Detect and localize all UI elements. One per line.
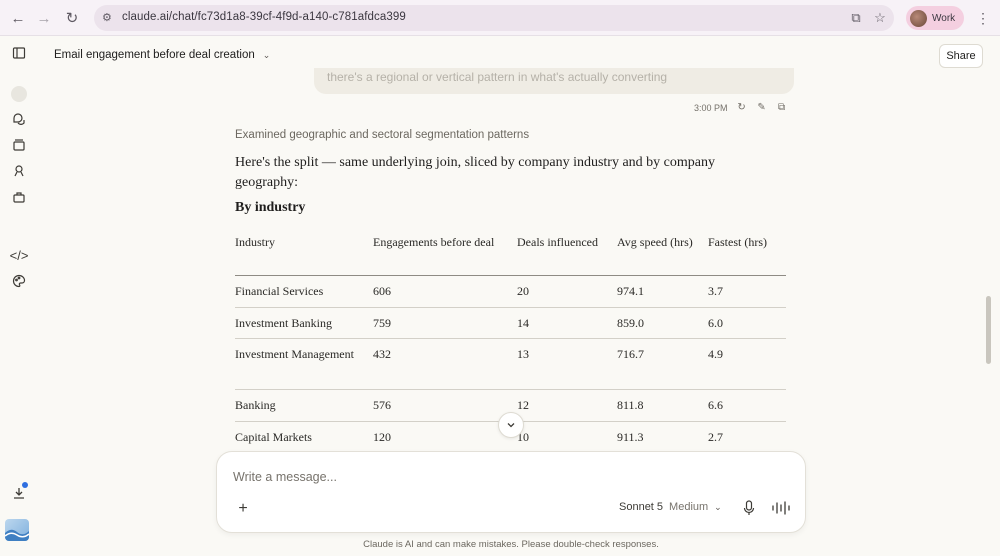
assistant-intro: Here's the split — same underlying join,… [235,155,715,190]
edit-icon[interactable]: ✎ [756,102,768,114]
table-header-cell: Deals influenced [517,235,598,249]
voice-mode-icon[interactable] [771,500,791,516]
model-name: Sonnet 5 [619,501,664,513]
add-attachment-button[interactable]: + [233,499,253,519]
message-input[interactable] [233,470,613,484]
site-settings-icon[interactable]: ⚙ [102,11,116,25]
model-selector[interactable]: Sonnet 5 Medium ⌄ [619,501,722,513]
projects-icon[interactable] [10,136,28,154]
retry-icon[interactable]: ↻ [736,102,748,114]
chevron-down-icon: ⌄ [714,501,722,512]
install-app-icon[interactable]: ⧉ [848,11,864,27]
download-icon[interactable] [10,482,28,502]
code-icon[interactable]: </> [10,246,29,264]
table-cell: 13 [517,347,529,361]
table-cell: 4.9 [708,347,723,361]
microphone-icon[interactable] [741,500,757,516]
chevron-down-icon: ⌄ [262,49,271,60]
address-bar[interactable]: ⚙ claude.ai/chat/fc73d1a8-39cf-4f9d-a140… [94,5,894,31]
share-button[interactable]: Share [939,44,983,68]
bookmark-star-icon[interactable]: ☆ [872,11,888,27]
table-header-cell: Fastest (hrs) [708,235,767,249]
sidebar-toggle-icon[interactable] [10,44,28,62]
profile-label: Work [932,12,956,24]
table-cell: 859.0 [617,316,644,330]
copy-icon[interactable]: ⧉ [776,102,788,114]
table-cell: Financial Services [235,284,324,298]
palette-icon[interactable] [10,272,28,290]
table-row: Investment Banking 759 14 859.0 6.0 [235,308,786,339]
table-cell: Investment Banking [235,316,332,330]
profile-chip[interactable]: Work [906,6,964,30]
user-avatar[interactable] [5,519,29,541]
table-cell: 6.0 [708,316,723,330]
table-row: Financial Services 606 20 974.1 3.7 [235,276,786,308]
table-cell: 811.8 [617,398,644,412]
table-cell: 3.7 [708,284,723,298]
table-cell: 576 [373,398,391,412]
table-cell: 432 [373,347,391,361]
scrollbar-thumb[interactable] [986,296,991,364]
table-row: Investment Management 432 13 716.7 4.9 [235,339,786,390]
briefcase-icon[interactable] [10,188,28,206]
url-text[interactable]: claude.ai/chat/fc73d1a8-39cf-4f9d-a140-c… [122,11,406,23]
table-header-row: Industry Engagements before deal Deals i… [235,233,786,276]
table-cell: 974.1 [617,284,644,298]
notification-dot [22,482,28,488]
browser-toolbar: ← → ↻ ⚙ claude.ai/chat/fc73d1a8-39cf-4f9… [0,0,1000,36]
conversation-title[interactable]: Email engagement before deal creation ⌄ [54,49,270,61]
forward-arrow-icon[interactable]: → [34,8,54,28]
table-cell: Investment Management [235,347,354,361]
disclaimer-text: Claude is AI and can make mistakes. Plea… [363,539,659,550]
table-cell: 12 [517,398,529,412]
thinking-summary[interactable]: Examined geographic and sectoral segment… [235,129,529,141]
table-cell: 606 [373,284,391,298]
back-arrow-icon[interactable]: ← [8,8,28,28]
table-cell: Banking [235,398,276,412]
reload-icon[interactable]: ↻ [62,8,82,28]
table-cell: 20 [517,284,529,298]
table-cell: 14 [517,316,529,330]
effort-level: Medium [669,501,709,513]
user-message: there's a regional or vertical pattern i… [314,68,794,94]
table-header-cell: Avg speed (hrs) [617,235,693,249]
message-composer: + Sonnet 5 Medium ⌄ [216,451,806,533]
table-header-cell: Engagements before deal [373,235,495,249]
sidebar-rail: </> [0,36,38,556]
message-meta: 3:00 PM ↻ ✎ ⧉ [694,102,788,114]
conversation-title-text: Email engagement before deal creation [54,49,255,61]
table-cell: 759 [373,316,391,330]
scroll-to-bottom-button[interactable] [498,412,524,438]
chevron-down-icon [507,423,515,428]
avatar [910,9,927,27]
message-time: 3:00 PM [694,103,728,113]
table-cell: 6.6 [708,398,723,412]
artifacts-icon[interactable] [10,162,28,180]
table-cell: 716.7 [617,347,644,361]
table-header-cell: Industry [235,235,275,249]
browser-menu-icon[interactable]: ⋮ [976,9,990,27]
new-chat-button[interactable] [11,86,27,102]
user-message-text: there's a regional or vertical pattern i… [327,70,668,84]
section-heading: By industry [235,200,306,215]
chats-icon[interactable] [10,110,28,128]
